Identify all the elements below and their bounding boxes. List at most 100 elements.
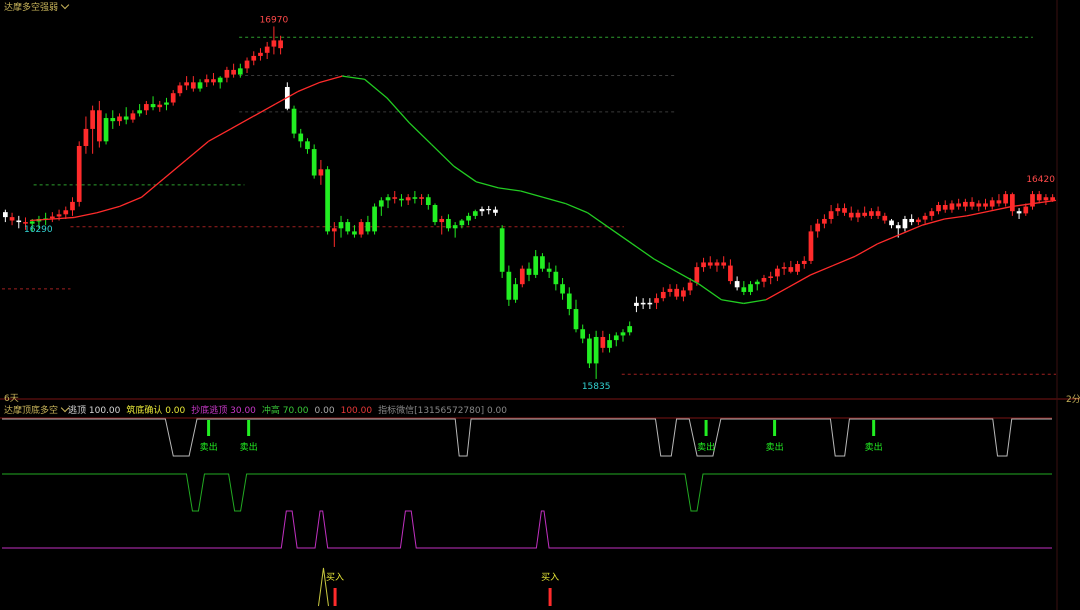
candle-body [338, 222, 344, 229]
candlestick-chart: 16970 15835 16290 16420 卖出 卖出 卖出 卖出 卖出买入 买入 [0, 0, 1080, 610]
candle-body [660, 291, 666, 299]
candle-body [929, 211, 935, 216]
candle-body [385, 197, 391, 201]
candle-body [130, 113, 136, 120]
days-label: 6天 [4, 394, 19, 404]
candle-body [211, 79, 216, 83]
candle-body [540, 256, 545, 269]
indicator-values-row: 逃顶 100.00 筑底确认 0.00 抄底逃顶 30.00 冲高 70.00 0.00… [68, 405, 513, 417]
candle-body [775, 268, 780, 277]
candle-body [271, 40, 277, 47]
candle-body [513, 284, 518, 300]
moving-average-segment [788, 274, 811, 288]
moving-average-segment [542, 196, 566, 205]
timeframe-label[interactable]: 2分 [1066, 394, 1080, 406]
candle-body [600, 336, 606, 348]
candle-body [976, 203, 982, 207]
candle-body [305, 141, 310, 150]
candle-body [728, 265, 733, 282]
candle-body [869, 211, 874, 216]
moving-average-segment [810, 264, 834, 276]
candle-body [76, 145, 82, 202]
candle-body [63, 210, 69, 215]
candle-body [674, 288, 680, 297]
candle-body [587, 338, 592, 364]
candle-body [573, 309, 579, 330]
candle-body [949, 203, 955, 210]
candle-body [842, 208, 847, 213]
candle-body [768, 276, 774, 278]
candle-body [855, 212, 861, 218]
indicator-value-item: 筑底确认 0.00 [126, 406, 186, 416]
moving-average-segment [565, 202, 588, 214]
indicator-value-item: 100.00 [340, 406, 373, 416]
moving-average-segment [386, 97, 410, 124]
candle-body [345, 222, 351, 232]
candle-body [607, 340, 612, 348]
start-price-label: 16290 [24, 225, 53, 235]
sell-signal-bar [872, 420, 876, 436]
high-price-label: 16970 [260, 15, 289, 25]
moving-average-segment [854, 243, 878, 257]
indicator-value-item: 0.00 [314, 406, 335, 416]
moving-average-segment [721, 299, 744, 305]
moving-average-segment [230, 115, 254, 130]
candle-body [613, 335, 619, 341]
sell-label: 卖出 [865, 441, 883, 453]
candle-body [251, 55, 257, 61]
sub-panel-title[interactable]: 达摩顶底多空 [4, 403, 70, 417]
price-labels-layer: 16970 15835 16290 16420 [24, 15, 1055, 391]
candle-body [123, 116, 129, 120]
candle-body [983, 203, 988, 207]
moving-average-segment [520, 190, 544, 198]
candle-body [989, 200, 995, 207]
candle-body [157, 104, 163, 108]
candle-body [493, 209, 498, 213]
candle-body [1016, 211, 1022, 214]
moving-average-segment [364, 78, 388, 99]
candle-body [580, 329, 586, 339]
candle-body [29, 221, 35, 224]
candle-body [258, 52, 263, 56]
candle-body [1050, 197, 1055, 201]
candle-body [318, 169, 324, 176]
moving-average-segment [185, 140, 209, 161]
moving-average-segment [944, 215, 967, 220]
indicator-title[interactable]: 达摩多空强弱 [4, 0, 70, 14]
candle-body [204, 79, 210, 83]
candle-body [117, 116, 122, 122]
sell-signal-bar [773, 420, 777, 436]
moving-average-segment [141, 178, 165, 198]
candle-body [231, 69, 236, 75]
candle-body [788, 267, 794, 272]
candle-body [560, 284, 565, 294]
candle-body [526, 268, 532, 275]
bottom-escape-signal-line [2, 510, 1052, 549]
candle-body [9, 217, 15, 221]
moving-average-segment [877, 233, 901, 245]
candle-body [875, 211, 881, 216]
candle-body [634, 302, 639, 306]
candle-body [1030, 194, 1035, 207]
candle-body [687, 282, 693, 291]
candle-body [399, 198, 404, 201]
candle-body [801, 260, 807, 265]
chevron-down-icon[interactable] [60, 0, 70, 10]
candle-body [546, 268, 552, 272]
candle-body [1043, 197, 1049, 201]
candle-body [392, 197, 398, 199]
candle-body [96, 110, 102, 142]
candle-body [298, 133, 304, 142]
low-price-label: 15835 [582, 382, 611, 392]
candle-body [56, 214, 62, 217]
candle-body [405, 197, 411, 201]
dashed-price-levels [2, 36, 1056, 375]
candle-body [23, 222, 28, 224]
candle-body [620, 332, 626, 336]
candle-body [895, 225, 901, 229]
candle-body [237, 68, 243, 75]
candle-body [372, 206, 377, 232]
candle-body [446, 218, 451, 229]
moving-average-segment [342, 75, 365, 80]
candle-body [916, 219, 921, 223]
